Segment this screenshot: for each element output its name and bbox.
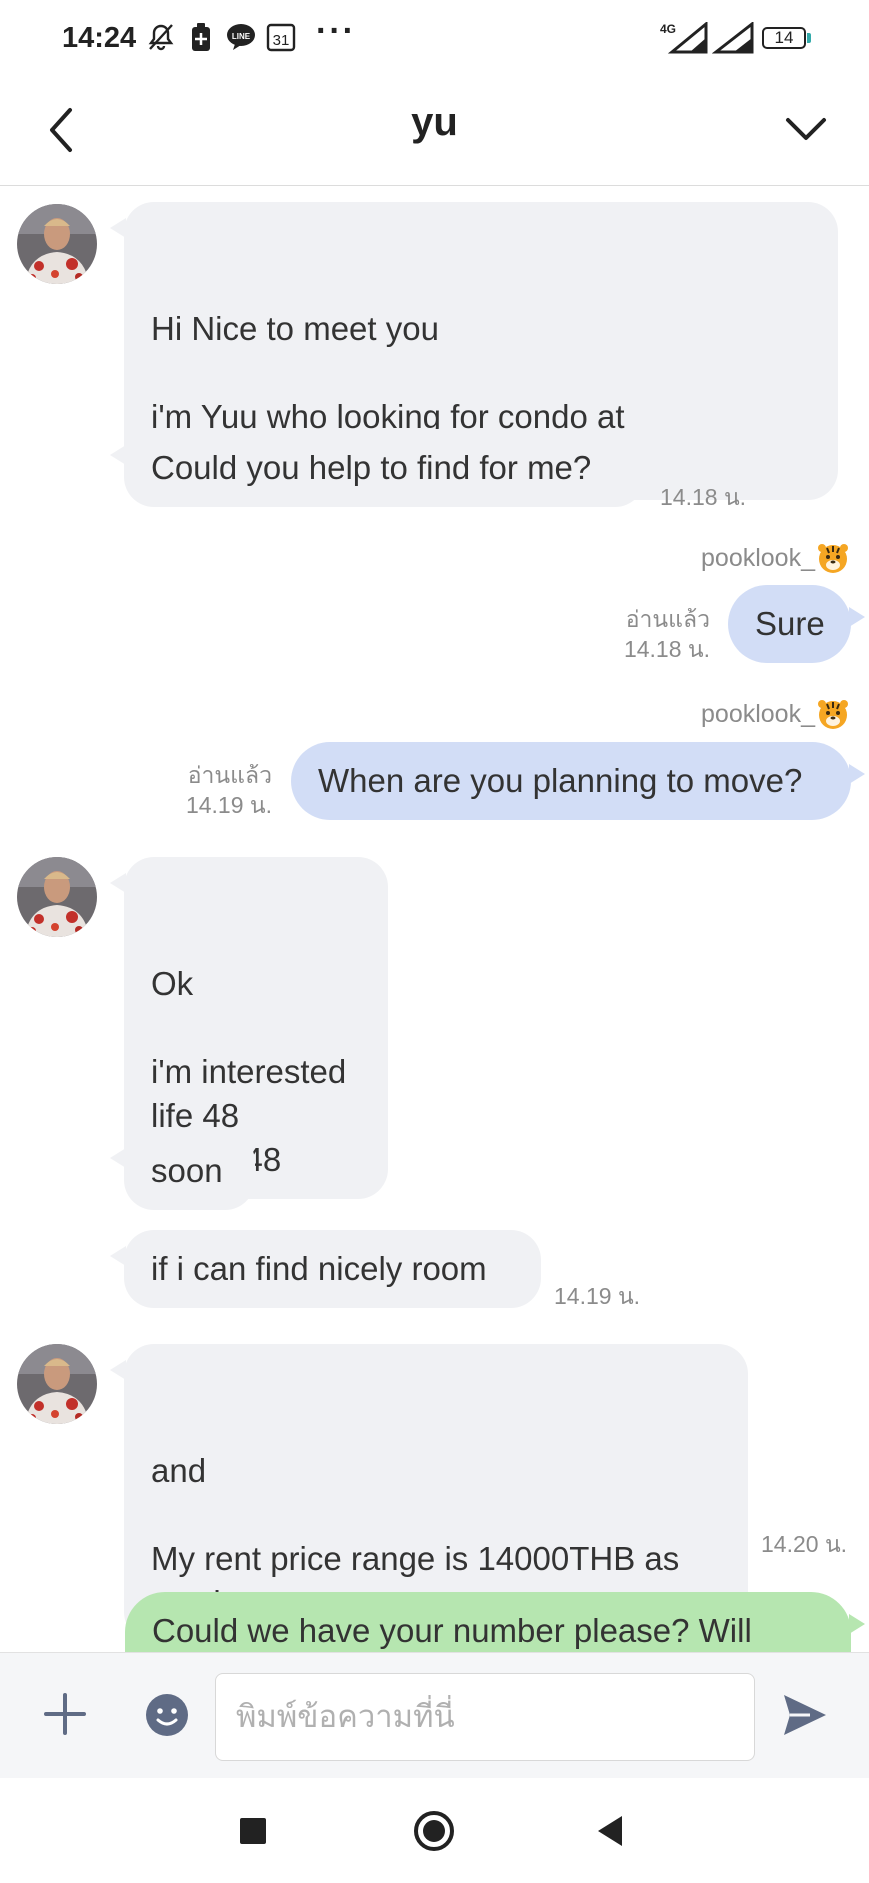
sender-label: pooklook_ [701,699,815,728]
avatar-image [17,857,97,937]
read-receipt: อ่านแล้ว [625,606,710,632]
read-receipt: อ่านแล้ว [187,762,272,788]
bubble-tail [110,1360,126,1380]
chevron-down-icon[interactable] [782,102,830,158]
bubble-tail [110,1246,126,1266]
message-meta: อ่านแล้ว 14.19 น. [140,760,272,820]
muted-bell-icon [148,24,174,51]
send-icon[interactable] [780,1691,828,1739]
message-text: Could you help to find for me? [151,449,592,486]
bubble-tail [110,1148,126,1168]
status-time: 14:24 [62,22,137,54]
message-text: Sure [755,605,825,642]
message-bubble-incoming[interactable]: if i can find nicely room [110,1230,541,1308]
sender-name: pooklook_ [701,542,849,574]
sender-label: pooklook_ [701,543,815,572]
avatar-image [17,1344,97,1424]
avatar-image [17,204,97,284]
bubble-tail [849,1614,865,1634]
chat-title: yu [411,100,458,144]
message-meta: อ่านแล้ว 14.18 น. [580,604,710,664]
message-text: soon [151,1152,223,1189]
battery-icon: 14 [762,27,806,49]
system-nav-bar [0,1778,869,1883]
back-nav-icon[interactable] [590,1810,632,1852]
bubble-tail [849,607,865,627]
battery-cap [807,33,811,43]
battery-saver-icon [192,23,210,51]
home-icon[interactable] [413,1810,455,1852]
message-text: if i can find nicely room [151,1250,487,1287]
calendar-day: 31 [273,32,290,49]
chat-header: yu [0,78,869,186]
message-bubble-incoming[interactable]: Could you help to find for me? [110,429,645,507]
message-bubble-outgoing[interactable]: Sure [728,585,865,663]
message-bubble-incoming[interactable]: soon [110,1132,255,1210]
calendar-icon: 31 [266,23,296,52]
message-time: 14.19 น. [554,1283,641,1309]
emoji-icon[interactable] [145,1693,189,1737]
message-input-bar [0,1652,869,1778]
status-bar: 14:24 LINE 31 ··· 4G 14 [0,0,869,78]
message-bubble-outgoing[interactable]: Could we have your number please? Will [125,1592,865,1652]
svg-text:LINE: LINE [232,32,251,41]
bubble-tail [849,764,865,784]
bubble-tail [110,218,126,238]
line-app-icon: LINE [227,24,255,50]
battery-level: 14 [774,28,794,47]
message-input[interactable] [215,1673,755,1761]
sender-name: pooklook_ [701,698,849,730]
avatar[interactable] [17,857,97,937]
more-notifications: ··· [316,12,356,50]
message-time: 14.19 น. [185,792,272,818]
message-time: 14.18 น. [660,484,747,510]
signal-icon [667,22,708,54]
avatar[interactable] [17,1344,97,1424]
bubble-tail [110,445,126,465]
message-list[interactable]: Hi Nice to meet you i'm Yuu who looking … [0,186,869,1652]
plus-icon[interactable] [42,1691,88,1737]
message-bubble-outgoing[interactable]: When are you planning to move? [291,742,865,820]
message-time: 14.20 น. [761,1531,848,1557]
message-text: Could we have your number please? Will [152,1612,752,1649]
tiger-emoji-icon [818,700,848,729]
message-time: 14.18 น. [623,636,710,662]
signal-icon-2 [712,22,754,54]
bubble-tail [110,873,126,893]
recent-apps-icon[interactable] [232,1810,274,1852]
message-text: When are you planning to move? [318,762,803,799]
avatar[interactable] [17,204,97,284]
tiger-emoji-icon [818,544,848,573]
